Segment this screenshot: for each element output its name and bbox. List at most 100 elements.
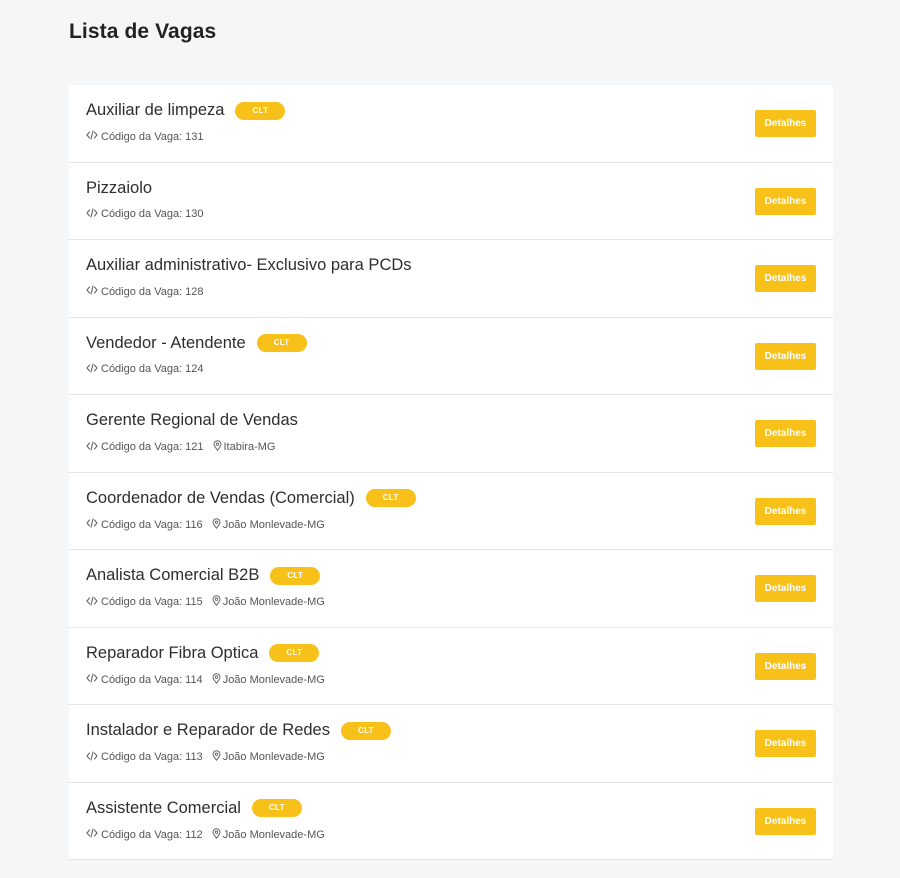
code-icon	[86, 750, 98, 764]
job-row: Gerente Regional de Vendas Código da Vaga…	[69, 395, 833, 473]
job-title-line: Auxiliar de limpeza CLT	[86, 101, 286, 120]
map-pin-icon	[212, 672, 221, 687]
job-title[interactable]: Pizzaiolo	[86, 179, 152, 198]
job-meta: Código da Vaga: 116 João Monlevade-MG	[86, 517, 325, 532]
job-row: Coordenador de Vendas (Comercial) CLT Códi…	[69, 473, 833, 550]
code-icon	[86, 285, 98, 298]
job-code-label: Código da Vaga:	[101, 441, 183, 453]
contract-badge: CLT	[251, 799, 302, 817]
job-code-label: Código da Vaga:	[101, 828, 183, 841]
details-button[interactable]: Detalhes	[755, 652, 816, 680]
code-icon	[86, 518, 98, 531]
map-pin-icon	[212, 517, 221, 532]
job-code: 113	[185, 751, 203, 763]
job-list-page: Lista de Vagas Auxiliar de limpeza CLT Cód…	[0, 0, 900, 878]
code-icon	[86, 828, 98, 841]
contract-badge: CLT	[270, 566, 321, 585]
job-location-label: Itabira-MG	[223, 441, 276, 453]
page-title: Lista de Vagas	[69, 20, 217, 43]
job-title-line: Vendedor - Atendente CLT	[86, 334, 307, 353]
job-code: 121	[185, 441, 204, 453]
job-code-label: Código da Vaga:	[101, 208, 183, 220]
details-button[interactable]: Detalhes	[755, 110, 816, 137]
job-title[interactable]: Auxiliar administrativo- Exclusivo para …	[86, 256, 412, 275]
job-location: João Monlevade-MG	[212, 595, 325, 609]
job-row: Assistente Comercial CLT Código da Vaga: 11…	[69, 783, 833, 860]
details-button[interactable]: Detalhes	[755, 807, 816, 835]
contract-badge: CLT	[269, 644, 320, 662]
job-title-line: Pizzaiolo	[86, 179, 152, 198]
details-button[interactable]: Detalhes	[755, 497, 816, 525]
job-code: 128	[185, 285, 204, 298]
job-row: Analista Comercial B2B CLT Código da Vaga:…	[69, 550, 833, 628]
job-code: 114	[185, 673, 203, 686]
job-title[interactable]: Assistente Comercial	[86, 799, 241, 818]
job-location-label: João Monlevade-MG	[222, 751, 325, 763]
details-button[interactable]: Detalhes	[755, 187, 816, 215]
job-title-line: Coordenador de Vendas (Comercial) CLT	[86, 489, 416, 508]
job-location-label: João Monlevade-MG	[222, 518, 325, 531]
job-code: 115	[185, 596, 203, 608]
job-title[interactable]: Gerente Regional de Vendas	[86, 411, 298, 430]
job-title[interactable]: Auxiliar de limpeza	[86, 101, 224, 120]
job-title-line: Instalador e Reparador de Redes CLT	[86, 721, 391, 740]
job-title-line: Analista Comercial B2B CLT	[86, 566, 321, 585]
contract-badge: CLT	[256, 334, 307, 352]
code-icon	[86, 207, 98, 221]
code-icon	[86, 595, 98, 609]
job-row: Auxiliar de limpeza CLT Código da Vaga: 131…	[69, 85, 833, 163]
job-row: Vendedor - Atendente CLT Código da Vaga: 12…	[69, 318, 833, 395]
code-icon	[86, 362, 98, 376]
map-pin-icon	[212, 750, 221, 764]
job-row: Reparador Fibra Optica CLT Código da Vaga:…	[69, 628, 833, 705]
job-code-label: Código da Vaga:	[101, 673, 183, 686]
job-location-label: João Monlevade-MG	[222, 828, 325, 841]
job-location: João Monlevade-MG	[212, 827, 325, 842]
job-title[interactable]: Vendedor - Atendente	[86, 334, 246, 353]
job-title-line: Reparador Fibra Optica CLT	[86, 644, 320, 663]
job-meta: Código da Vaga: 115 João Monlevade-MG	[86, 595, 325, 609]
details-button[interactable]: Detalhes	[755, 420, 816, 447]
job-location: João Monlevade-MG	[212, 750, 325, 764]
details-button[interactable]: Detalhes	[755, 730, 816, 757]
map-pin-icon	[212, 827, 221, 842]
job-code-label: Código da Vaga:	[101, 596, 183, 608]
job-code: 130	[185, 208, 204, 220]
job-list: Auxiliar de limpeza CLT Código da Vaga: 131…	[69, 85, 833, 860]
code-icon	[86, 673, 98, 686]
job-row: Auxiliar administrativo- Exclusivo para …	[69, 240, 833, 318]
job-code-label: Código da Vaga:	[101, 363, 183, 375]
job-code: 116	[185, 518, 203, 531]
code-icon	[86, 440, 98, 454]
job-title[interactable]: Instalador e Reparador de Redes	[86, 721, 330, 740]
contract-badge: CLT	[235, 101, 286, 120]
job-meta: Código da Vaga: 131	[86, 130, 204, 143]
job-meta: Código da Vaga: 121 Itabira-MG	[86, 440, 275, 454]
job-meta: Código da Vaga: 114 João Monlevade-MG	[86, 672, 325, 687]
job-code: 131	[185, 130, 204, 143]
job-location-label: João Monlevade-MG	[222, 673, 325, 686]
map-pin-icon	[212, 595, 221, 609]
details-button[interactable]: Detalhes	[755, 265, 816, 292]
job-code: 124	[185, 363, 204, 375]
contract-badge: CLT	[365, 489, 416, 507]
details-button[interactable]: Detalhes	[755, 342, 816, 370]
job-code-label: Código da Vaga:	[101, 130, 183, 143]
job-code: 112	[185, 828, 203, 841]
job-title-line: Auxiliar administrativo- Exclusivo para …	[86, 256, 412, 275]
job-title[interactable]: Analista Comercial B2B	[86, 566, 259, 585]
details-button[interactable]: Detalhes	[755, 575, 816, 602]
job-title-line: Gerente Regional de Vendas	[86, 411, 298, 430]
job-location: João Monlevade-MG	[212, 517, 325, 532]
job-location-label: João Monlevade-MG	[222, 596, 325, 608]
job-title[interactable]: Coordenador de Vendas (Comercial)	[86, 489, 355, 508]
job-title-line: Assistente Comercial CLT	[86, 799, 302, 818]
job-code-label: Código da Vaga:	[101, 518, 183, 531]
job-code-label: Código da Vaga:	[101, 751, 183, 763]
job-row: Pizzaiolo Código da Vaga: 130 Detalhes	[69, 163, 833, 240]
job-location: Itabira-MG	[212, 440, 276, 454]
job-meta: Código da Vaga: 130	[86, 207, 204, 221]
job-row: Instalador e Reparador de Redes CLT Código…	[69, 705, 833, 783]
job-code-label: Código da Vaga:	[101, 285, 183, 298]
job-title[interactable]: Reparador Fibra Optica	[86, 644, 258, 663]
